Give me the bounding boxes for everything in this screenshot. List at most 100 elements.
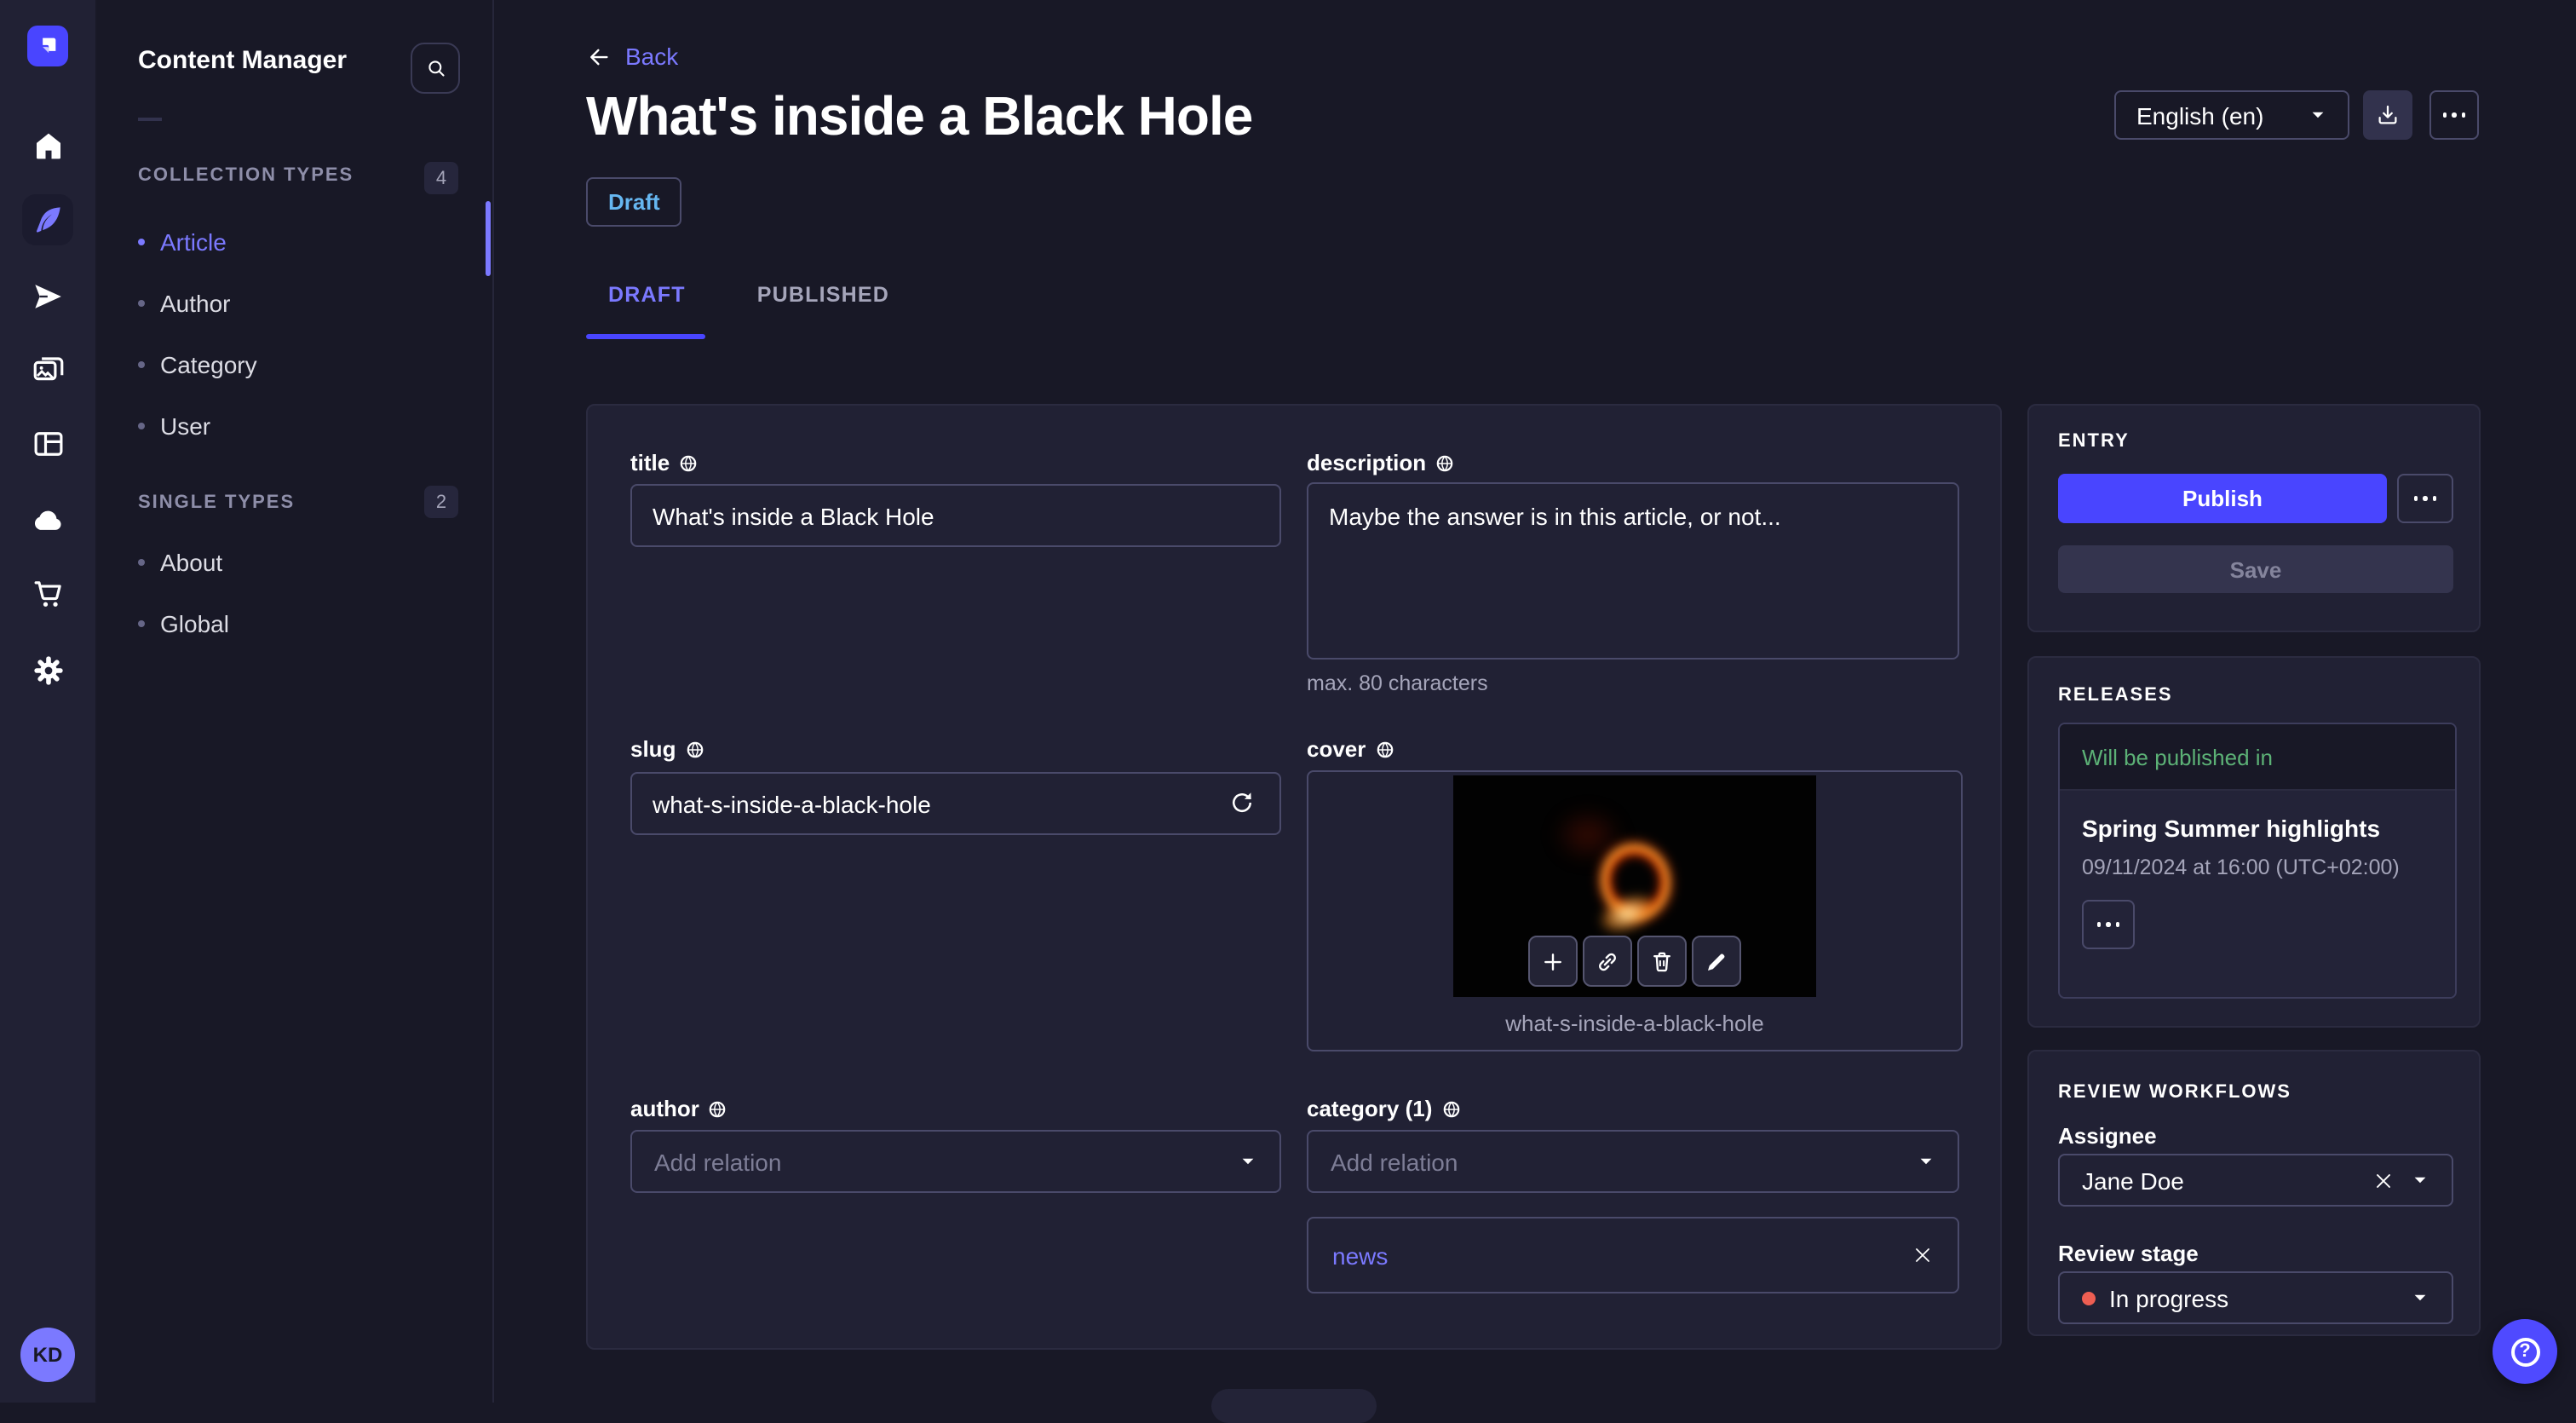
category-relation-item: news	[1307, 1217, 1959, 1293]
review-stage-label: Review stage	[2058, 1241, 2199, 1266]
strapi-logo-icon[interactable]	[27, 26, 68, 66]
export-download-button[interactable]	[2363, 90, 2412, 140]
sidebar-title: Content Manager	[138, 46, 348, 75]
back-label: Back	[625, 43, 679, 70]
globe-icon	[684, 739, 704, 759]
entry-panel: ENTRY Publish Save	[2027, 404, 2481, 632]
release-more-button[interactable]	[2082, 900, 2135, 949]
bullet-icon	[138, 423, 145, 429]
stage-status-dot	[2082, 1291, 2096, 1305]
entry-more-button[interactable]	[2397, 474, 2453, 523]
chevron-down-icon	[2309, 106, 2327, 124]
tab-draft[interactable]: DRAFT	[586, 283, 708, 307]
sidebar-scrollbar-thumb[interactable]	[486, 201, 491, 276]
pencil-icon	[1704, 948, 1729, 974]
trash-icon	[1649, 948, 1675, 974]
assignee-label: Assignee	[2058, 1123, 2157, 1149]
remove-relation-icon[interactable]	[1912, 1244, 1934, 1266]
more-dots-icon	[2442, 112, 2466, 118]
description-hint: max. 80 characters	[1307, 671, 1488, 695]
regenerate-slug-icon[interactable]	[1228, 789, 1256, 816]
media-library-icon[interactable]	[29, 351, 66, 389]
content-type-builder-icon[interactable]	[29, 424, 66, 462]
settings-gear-icon[interactable]	[29, 651, 66, 688]
tab-published[interactable]: PUBLISHED	[735, 283, 911, 307]
collapsed-section-peek[interactable]	[1211, 1389, 1377, 1423]
cover-media-field: what-s-inside-a-black-hole	[1307, 770, 1963, 1051]
chevron-down-icon	[2411, 1288, 2429, 1307]
save-button[interactable]: Save	[2058, 545, 2453, 593]
search-button[interactable]	[411, 43, 460, 94]
home-icon[interactable]	[29, 126, 66, 164]
bullet-icon	[138, 300, 145, 307]
bullet-icon	[138, 620, 145, 627]
assignee-value: Jane Doe	[2082, 1167, 2184, 1194]
publish-button[interactable]: Publish	[2058, 474, 2387, 523]
marketplace-cart-icon[interactable]	[29, 574, 66, 612]
sidebar-item-category[interactable]: Category	[138, 334, 445, 395]
review-stage-select[interactable]: In progress	[2058, 1271, 2453, 1324]
release-date: 09/11/2024 at 16:00 (UTC+02:00)	[2082, 856, 2400, 879]
slug-input[interactable]	[630, 772, 1281, 835]
help-button[interactable]: ?	[2493, 1319, 2557, 1384]
relation-link-news[interactable]: news	[1332, 1242, 1388, 1269]
release-status: Will be published in	[2060, 724, 2455, 791]
back-link[interactable]: Back	[586, 43, 678, 70]
copy-link-button[interactable]	[1583, 936, 1632, 987]
status-badge: Draft	[586, 177, 682, 227]
more-dots-icon	[2096, 922, 2120, 927]
delete-media-button[interactable]	[1637, 936, 1687, 987]
sidebar-item-article[interactable]: Article	[138, 211, 445, 273]
download-icon	[2375, 102, 2401, 128]
globe-icon	[708, 1098, 728, 1119]
back-arrow-icon	[586, 43, 612, 69]
sidebar-item-label: Author	[160, 290, 231, 317]
description-textarea[interactable]: Maybe the answer is in this article, or …	[1307, 482, 1959, 660]
single-types-count-badge: 2	[424, 486, 458, 518]
add-media-button[interactable]	[1528, 936, 1578, 987]
chevron-down-icon	[1239, 1152, 1257, 1171]
assignee-combobox[interactable]: Jane Doe	[2058, 1154, 2453, 1207]
active-tab-indicator	[586, 334, 705, 339]
collection-types-count-badge: 4	[424, 162, 458, 194]
user-avatar[interactable]: KD	[20, 1328, 75, 1382]
sidebar-item-author[interactable]: Author	[138, 273, 445, 334]
description-field-label: description	[1307, 450, 1455, 475]
question-mark-icon: ?	[2510, 1337, 2539, 1366]
author-placeholder: Add relation	[654, 1148, 782, 1175]
author-relation-combobox[interactable]: Add relation	[630, 1130, 1281, 1193]
title-input[interactable]	[630, 484, 1281, 547]
releases-panel-title: RELEASES	[2058, 685, 2173, 706]
sidebar-item-label: User	[160, 412, 211, 440]
sidebar-item-label: About	[160, 549, 223, 576]
cover-field-label: cover	[1307, 736, 1394, 762]
entry-panel-title: ENTRY	[2058, 431, 2130, 452]
globe-icon	[1435, 452, 1455, 473]
clear-assignee-icon[interactable]	[2373, 1170, 2394, 1190]
chevron-down-icon	[2411, 1171, 2429, 1190]
stage-value: In progress	[2109, 1284, 2229, 1311]
releases-send-icon[interactable]	[29, 278, 66, 315]
edit-media-button[interactable]	[1692, 936, 1741, 987]
title-field-label: title	[630, 450, 699, 475]
more-dots-icon	[2413, 496, 2437, 501]
slug-field-label: slug	[630, 736, 704, 762]
category-relation-combobox[interactable]: Add relation	[1307, 1130, 1959, 1193]
version-tabs: DRAFT PUBLISHED	[586, 283, 911, 307]
collection-types-header: COLLECTION TYPES	[138, 165, 354, 186]
header-more-button[interactable]	[2429, 90, 2479, 140]
release-card: Will be published in Spring Summer highl…	[2058, 723, 2457, 999]
sidebar-divider	[138, 118, 162, 121]
sidebar-item-global[interactable]: Global	[138, 593, 445, 654]
content-manager-icon[interactable]	[22, 194, 73, 245]
locale-value: English (en)	[2136, 101, 2264, 129]
sidebar-item-about[interactable]: About	[138, 532, 445, 593]
cloud-deploy-icon[interactable]	[29, 501, 66, 539]
sidebar-item-user[interactable]: User	[138, 395, 445, 457]
bullet-icon	[138, 239, 145, 245]
sidebar-item-label: Article	[160, 228, 227, 256]
page-title: What's inside a Black Hole	[586, 85, 1253, 147]
locale-select[interactable]: English (en)	[2114, 90, 2349, 140]
edit-form-panel: title description Maybe the answer is in…	[586, 404, 2002, 1350]
cover-filename: what-s-inside-a-black-hole	[1505, 1011, 1764, 1036]
